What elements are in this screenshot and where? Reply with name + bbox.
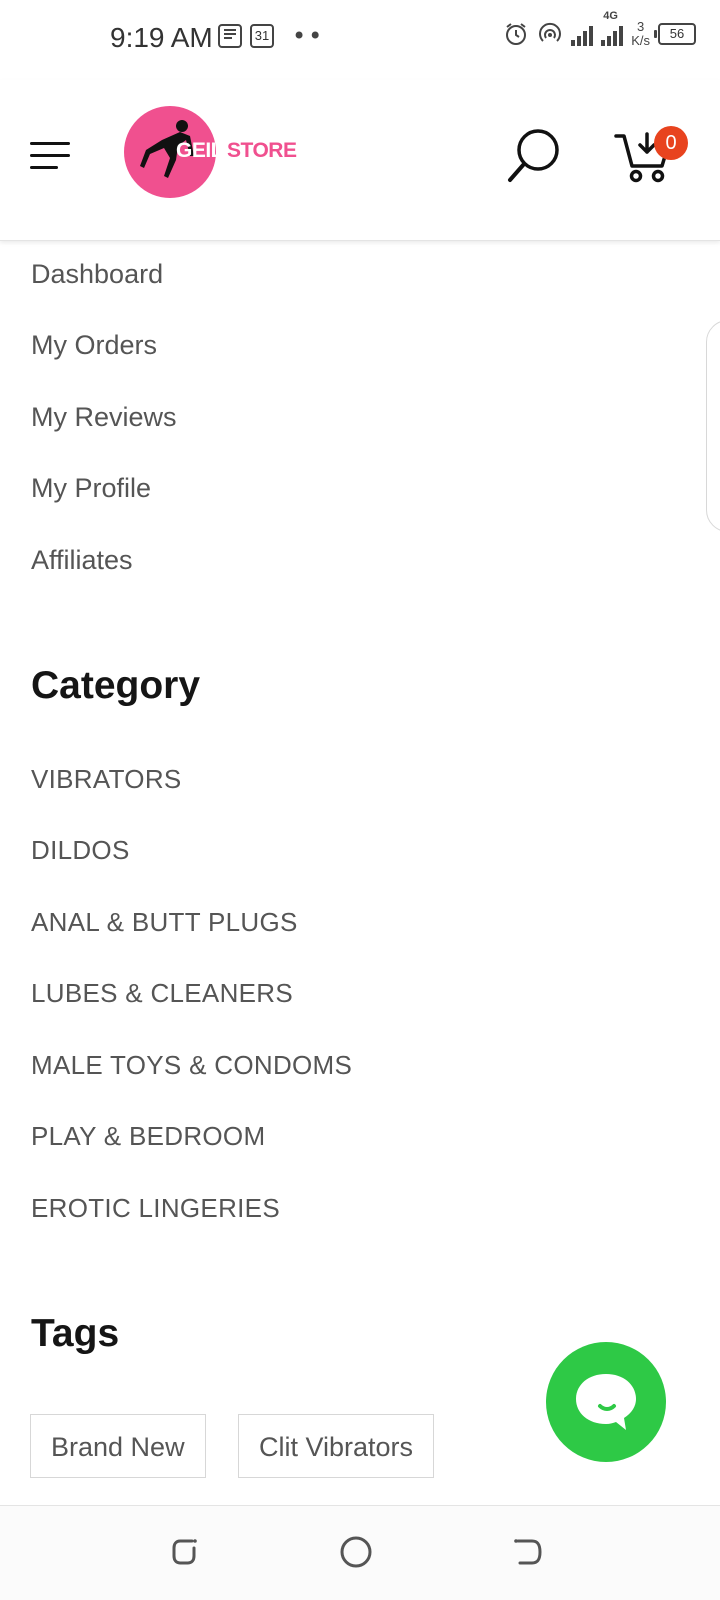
cart-count-badge: 0 (654, 126, 688, 160)
my-profile-link[interactable]: My Profile (31, 473, 151, 504)
tags-heading: Tags (31, 1312, 120, 1355)
status-time: 9:19 AM (110, 22, 213, 53)
tag-clit-vibrators[interactable]: Clit Vibrators (238, 1414, 435, 1478)
hotspot-icon (539, 22, 562, 42)
network-speed: 3 K/s (631, 20, 650, 48)
category-item-lubes-cleaners[interactable]: LUBES & CLEANERS (31, 978, 293, 1009)
signal-4g-icon: 4G (601, 10, 624, 46)
logo-word-geil: GEIL (176, 139, 224, 162)
home-button[interactable] (336, 1532, 376, 1572)
back-icon (514, 1539, 542, 1565)
search-button[interactable] (506, 126, 564, 184)
chat-button[interactable] (546, 1342, 666, 1462)
system-nav-bar (0, 1505, 720, 1600)
site-logo[interactable]: GEIL STORE (124, 106, 297, 198)
more-notifications-icon: •• (292, 22, 325, 50)
network-type-label: 4G (603, 10, 618, 22)
chat-bubble-icon (576, 1374, 636, 1430)
menu-button[interactable] (30, 140, 72, 172)
logo-wordmark: GEIL STORE (176, 139, 297, 163)
category-heading: Category (31, 664, 201, 707)
news-notification-icon (218, 24, 242, 48)
category-item-vibrators[interactable]: VIBRATORS (31, 764, 182, 795)
recent-apps-icon (172, 1539, 197, 1565)
network-speed-value: 3 (636, 19, 645, 34)
status-bar: 9:19 AM 31 •• 4G 3 K/s 56 (0, 0, 720, 80)
my-reviews-link[interactable]: My Reviews (31, 402, 177, 433)
calendar-notification-icon: 31 (250, 24, 274, 48)
back-button[interactable] (508, 1532, 548, 1572)
logo-word-store: STORE (227, 139, 297, 162)
category-item-dildos[interactable]: DILDOS (31, 835, 130, 866)
recent-apps-button[interactable] (166, 1532, 206, 1572)
alarm-icon (506, 23, 527, 45)
status-notification-icons: 31 •• (218, 22, 324, 50)
tag-brand-new[interactable]: Brand New (30, 1414, 206, 1478)
home-circle-icon (340, 1536, 372, 1568)
signal-strength-icon (571, 22, 594, 46)
dashboard-link[interactable]: Dashboard (31, 259, 163, 290)
site-header: GEIL STORE (0, 80, 720, 241)
network-speed-unit: K/s (631, 33, 650, 48)
category-item-anal-butt-plugs[interactable]: ANAL & BUTT PLUGS (31, 907, 298, 938)
search-icon (508, 129, 559, 182)
category-item-erotic-lingeries[interactable]: EROTIC LINGERIES (31, 1193, 280, 1224)
status-system-icons: 4G 3 K/s 56 (503, 10, 696, 48)
category-item-male-toys-condoms[interactable]: MALE TOYS & CONDOMS (31, 1050, 352, 1081)
battery-icon: 56 (654, 23, 696, 45)
side-panel-handle[interactable] (706, 320, 720, 532)
my-orders-link[interactable]: My Orders (31, 330, 157, 361)
affiliates-link[interactable]: Affiliates (31, 545, 133, 576)
category-item-play-bedroom[interactable]: PLAY & BEDROOM (31, 1121, 265, 1152)
app-screen: 9:19 AM 31 •• 4G 3 K/s 56 GEIL STORE 0 D… (0, 0, 720, 1600)
